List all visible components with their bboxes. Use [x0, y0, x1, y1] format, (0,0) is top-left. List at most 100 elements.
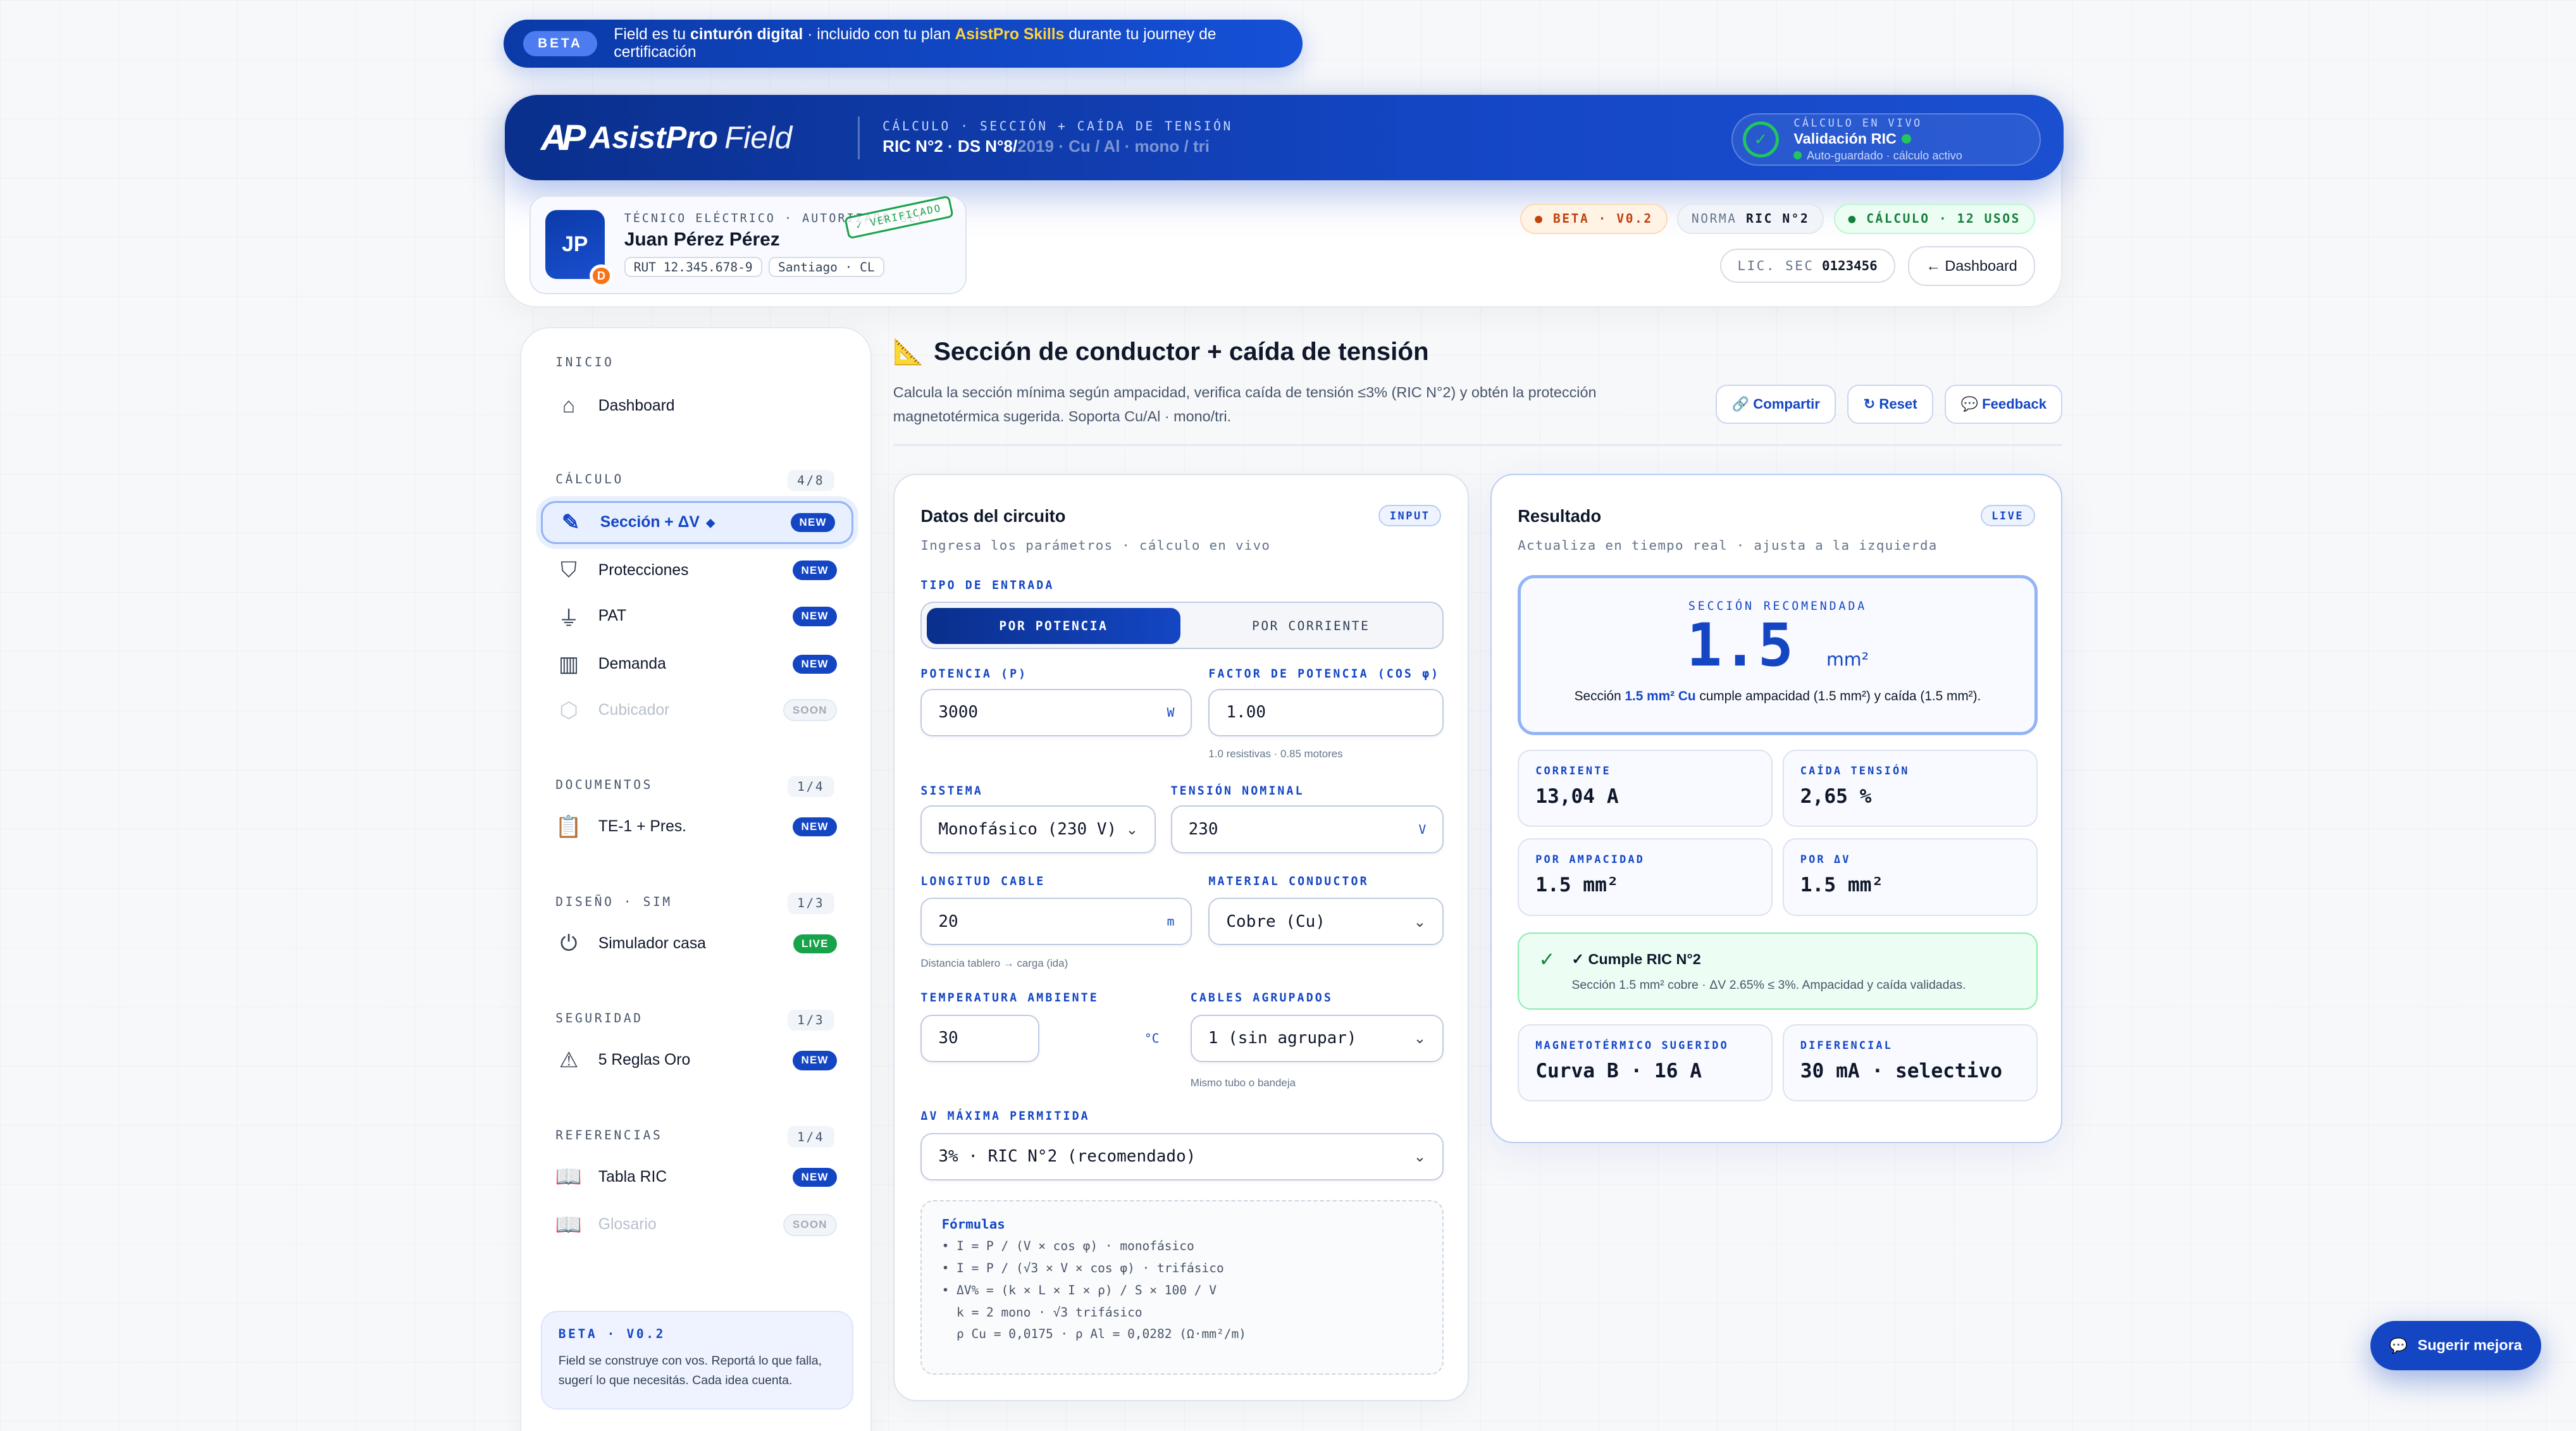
corriente-cell: CORRIENTE 13,04 A [1518, 749, 1773, 827]
breadcrumb: CÁLCULO · SECCIÓN + CAÍDA DE TENSIÓN RIC… [882, 119, 1233, 156]
longitud-input[interactable]: 20 m [920, 897, 1192, 946]
input-type-toggle: POR POTENCIA POR CORRIENTE [920, 601, 1444, 650]
feedback-button[interactable]: 💬 Feedback [1945, 385, 2063, 424]
hero-bar: AP AsistPro Field CÁLCULO · SECCIÓN + CA… [504, 95, 2064, 181]
suggest-button[interactable]: 💬 Sugerir mejora [2370, 1320, 2541, 1370]
avatar: JP D [545, 210, 613, 288]
formula-line: • I = P / (√3 × V × cos φ) · trifásico [941, 1261, 1224, 1276]
sidebar-section-calculo: CÁLCULO [555, 471, 624, 486]
chat-icon: 💬 [2389, 1337, 2408, 1354]
chevron-down-icon: ⌄ [1413, 912, 1427, 931]
page-title: 📐 Sección de conductor + caída de tensió… [893, 337, 1429, 366]
plan-link[interactable]: AsistPro Skills [955, 26, 1064, 43]
beta-chip: ● BETA · V0.2 [1520, 203, 1668, 234]
formulas-box: Fórmulas • I = P / (V × cos φ) · monofás… [920, 1200, 1444, 1375]
reset-button[interactable]: ↻ Reset [1847, 385, 1933, 424]
power-factor-input[interactable]: 1.00 [1208, 688, 1444, 737]
ruler-icon: 📐 [893, 338, 924, 366]
sidebar-section-diseno: DISEÑO · SIM [555, 894, 672, 909]
sidebar-item-glosario: 📖 Glosario SOON [541, 1204, 853, 1247]
plug-icon: ⏻ [560, 931, 578, 956]
sidebar-item-tabla-ric[interactable]: 📖 Tabla RIC NEW [541, 1156, 853, 1199]
home-icon: ⌂ [562, 393, 576, 418]
dashboard-button[interactable]: ← Dashboard [1908, 246, 2035, 286]
license-chip: LIC. SEC 0123456 [1719, 249, 1895, 283]
live-pill: LIVE [1980, 504, 2035, 526]
section-value: 1.5 [1686, 611, 1793, 681]
sidebar-item-te1[interactable]: 📋 TE-1 + Pres. NEW [541, 805, 853, 848]
ampacidad-cell: POR AMPACIDAD 1.5 mm² [1518, 838, 1773, 916]
book-icon: 📖 [555, 1165, 583, 1189]
input-pill: INPUT [1378, 504, 1442, 526]
header-card: AP AsistPro Field CÁLCULO · SECCIÓN + CA… [503, 94, 2064, 308]
sidebar: INICIO ⌂ Dashboard CÁLCULO 4/8 ✎ Sección… [519, 327, 872, 1431]
norma-chip: NORMA RIC N°2 [1677, 203, 1824, 234]
beta-banner: BETA Field es tu cinturón digital · incl… [503, 20, 1303, 68]
rut-tag: RUT 12.345.678-9 [624, 256, 762, 278]
result-panel: Resultado Actualiza en tiempo real · aju… [1490, 473, 2063, 1143]
input-panel: Datos del circuito Ingresa los parámetro… [893, 473, 1469, 1402]
sidebar-section-referencias: REFERENCIAS [555, 1127, 663, 1143]
pencil-icon: ✎ [561, 511, 580, 535]
book-icon: 📖 [555, 1212, 583, 1237]
tab-por-corriente[interactable]: POR CORRIENTE [1184, 608, 1437, 644]
live-status: ✓ CÁLCULO EN VIVO Validación RIC Auto-gu… [1731, 113, 2041, 166]
sidebar-item-dashboard[interactable]: ⌂ Dashboard [541, 385, 853, 428]
share-button[interactable]: 🔗 Compartir [1716, 385, 1836, 424]
page-actions: 🔗 Compartir ↻ Reset 💬 Feedback [1716, 385, 2063, 424]
por-dv-cell: POR ΔV 1.5 mm² [1782, 838, 2038, 916]
sidebar-item-demanda[interactable]: ▥ Demanda NEW [541, 643, 853, 686]
sidebar-section-inicio: INICIO [555, 354, 614, 369]
tension-input[interactable]: 230 V [1170, 805, 1444, 853]
avatar-badge: D [590, 264, 613, 288]
sidebar-item-simulador[interactable]: ⏻ Simulador casa LIVE [541, 922, 853, 965]
sidebar-item-reglas[interactable]: ⚠ 5 Reglas Oro NEW [541, 1039, 853, 1082]
temperatura-input[interactable]: 30 [920, 1014, 1039, 1062]
formula-line: k = 2 mono · √3 trifásico [941, 1304, 1142, 1320]
warning-icon: ⚠ [559, 1048, 579, 1073]
dv-max-select[interactable]: 3% · RIC N°2 (recomendado) ⌄ [920, 1132, 1444, 1181]
caida-cell: CAÍDA TENSIÓN 2,65 % [1782, 749, 2038, 827]
compliance-box: ✓ ✓ Cumple RIC N°2 Sección 1.5 mm² cobre… [1518, 932, 2038, 1010]
profile-card: JP D TÉCNICO ELÉCTRICO · AUTORIZADO SEC … [529, 195, 967, 294]
chevron-down-icon: ⌄ [1413, 1029, 1427, 1048]
sidebar-section-documentos: DOCUMENTOS [555, 777, 653, 793]
magnetotermico-cell: MAGNETOTÉRMICO SUGERIDO Curva B · 16 A [1518, 1024, 1773, 1102]
clipboard-icon: 📋 [555, 814, 583, 839]
formula-line: ρ Cu = 0,0175 · ρ Al = 0,0282 (Ω·mm²/m) [941, 1327, 1246, 1342]
ground-icon: ⏚ [558, 606, 579, 631]
formula-line: • I = P / (V × cos φ) · monofásico [941, 1239, 1194, 1254]
formula-line: • ΔV% = (k × L × I × ρ) / S × 100 / V [941, 1282, 1217, 1298]
sidebar-item-seccion[interactable]: ✎ Sección + ΔV ◆ NEW [540, 501, 853, 544]
divider [893, 444, 2063, 446]
logo-mark: AP [540, 117, 586, 158]
status-dot-icon [1793, 151, 1802, 159]
bar-chart-icon: ▥ [559, 652, 579, 676]
sidebar-item-cubicador: ⬡ Cubicador SOON [541, 689, 853, 732]
status-dot-icon [1901, 133, 1912, 144]
chevron-down-icon: ⌄ [1125, 821, 1139, 839]
logo[interactable]: AP AsistPro Field [541, 117, 792, 159]
material-select[interactable]: Cobre (Cu) ⌄ [1208, 897, 1444, 946]
cube-icon: ⬡ [559, 698, 578, 722]
check-icon: ✓ [1742, 121, 1779, 158]
hero-divider [858, 116, 860, 159]
sidebar-footer: BETA · V0.2 Field se construye con vos. … [540, 1310, 853, 1409]
sidebar-item-protecciones[interactable]: ⛉ Protecciones NEW [541, 549, 853, 592]
calc-chip: ● CÁLCULO · 12 USOS [1833, 203, 2035, 234]
section-result: SECCIÓN RECOMENDADA 1.5 mm² Sección 1.5 m… [1518, 575, 2038, 735]
potencia-input[interactable]: 3000 W [920, 688, 1192, 737]
diferencial-cell: DIFERENCIAL 30 mA · selectivo [1782, 1024, 2038, 1102]
cables-select[interactable]: 1 (sin agrupar) ⌄ [1190, 1014, 1444, 1062]
shield-icon: ⛉ [560, 558, 577, 583]
sistema-select[interactable]: Monofásico (230 V) ⌄ [920, 805, 1156, 853]
sidebar-section-seguridad: SEGURIDAD [555, 1011, 643, 1026]
city-tag: Santiago · CL [769, 256, 884, 278]
check-icon: ✓ [1539, 948, 1556, 970]
page-description: Calcula la sección mínima según ampacida… [893, 383, 1597, 425]
sidebar-item-pat[interactable]: ⏚ PAT NEW [541, 595, 853, 638]
beta-pill: BETA [523, 31, 598, 56]
banner-text: Field es tu cinturón digital · incluido … [614, 25, 1217, 61]
chevron-down-icon: ⌄ [1413, 1148, 1427, 1166]
tab-por-potencia[interactable]: POR POTENCIA [927, 607, 1180, 644]
